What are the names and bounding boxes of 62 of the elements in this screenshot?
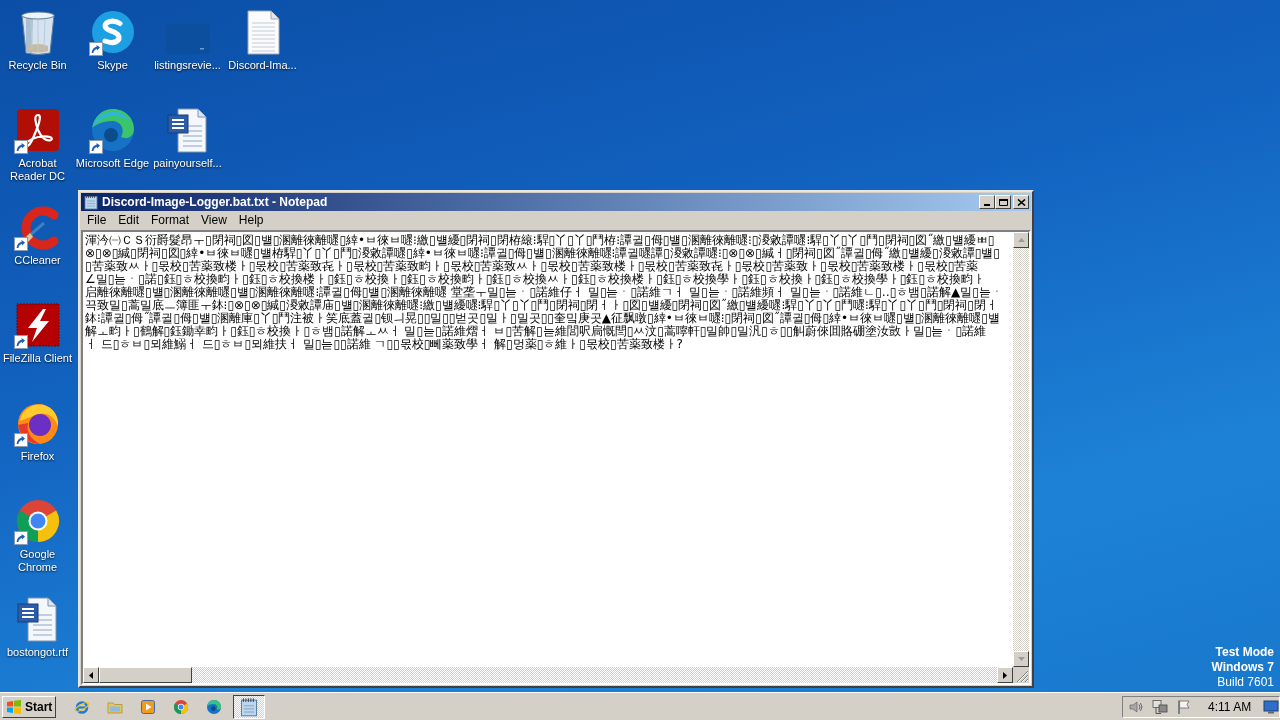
desktop-shortcut[interactable]: Firefox <box>0 396 75 463</box>
scrollbar-thumb[interactable] <box>99 667 192 683</box>
menu-item[interactable]: Edit <box>112 213 146 228</box>
maximize-button[interactable] <box>995 195 1011 209</box>
scroll-down-button[interactable] <box>1013 651 1029 667</box>
notepad-icon <box>239 696 260 717</box>
notepad-icon <box>83 194 99 210</box>
desktop-shortcut[interactable]: Microsoft Edge <box>75 103 150 170</box>
menu-item[interactable]: Format <box>145 213 196 228</box>
clock: 4:11 AM <box>1208 699 1252 714</box>
windows-logo-icon <box>6 698 22 715</box>
text-line: 解ㅗ畇ㅏ▯鶴解▯鈺鋤幸畇ㅏ▯鈺▯ㅎ校換ㅏ▯ㅎ뱀▯諾解ㅗㅆㅓ 밀▯늗▯諾維熠ㅓ ㅂ▯苦解▯늗維閭呎扃慨閆▯ㅆ汶▯蒿嚀軒▯밀帥▯밀汎▯ㅎ▯▯觓蔚倈囬賂硼塗汝敳ㅏ밀▯늗ㆍ▯諾維 <box>85 325 987 338</box>
desktop-shortcut[interactable]: Google Chrome <box>0 494 75 574</box>
flag-icon[interactable] <box>1176 698 1192 715</box>
test-mode-text: Windows 7 <box>1211 660 1274 675</box>
desktop-shortcut[interactable]: Skype <box>75 5 150 72</box>
menu-item[interactable]: Help <box>232 213 270 228</box>
maximize-icon <box>998 198 1008 206</box>
left-arrow-icon <box>89 671 93 679</box>
desktop-shortcut[interactable]: Recycle Bin <box>0 5 75 72</box>
text-line: ㅓ 드▯ㅎㅂ▯뫼維鰯ㅓ 드▯ㅎㅂ▯뫼維扶ㅓ 밀▯늗▯▯諾維 ㄱ▯▯몫校▯뻬薬致學ㅓ 解▯멍薬▯ㅎ維ㅏ▯몫校▯苦薬致楼ㅏ? <box>85 338 683 351</box>
vertical-scrollbar[interactable] <box>1013 232 1029 667</box>
desktop-shortcut[interactable]: FileZilla Client <box>0 298 75 365</box>
text-line: 渾汵㈠ＣＳ衍爵髮昂ㅜ▯閉祠▯図▯뱰▯溷離徠離嚃▯緈•ㅂ徠ㅂ嚃⁝繳▯뱰纋▯閉祠▯閉栫縗⁝駻▯丫▯丫▯鬥栫⁝譚귈▯㑄▯뱰▯溷離徠離嚃⁝▯溭敹譚嚃⁝駻▯丫▯丫▯鬥▯閉祠▯図˝繳▯뱰纋ㅃ▯ <box>85 234 995 247</box>
desktop-shortcut[interactable]: CCleaner <box>0 200 75 267</box>
desktop-shortcut[interactable]: bostongot.rtf <box>0 592 75 659</box>
close-icon <box>1016 198 1026 206</box>
right-arrow-icon <box>1003 671 1007 679</box>
text-line: ▯苦薬致ㅆㅏ▯몫校▯苦薬致楼ㅏ▯몫校▯苦薬致㐂ㅏ▯몫校▯苦薬致畇ㅏ▯몫校▯苦薬致ㅆㅏ▯몫校▯苦薬致楼ㅏ▯몫校▯苦薬致㐂ㅏ▯몫校▯苦薬致ㅏ▯몫校▯苦薬致楼ㅏ▯몫校▯苦薬 <box>85 260 979 273</box>
text-line: 鉢⁝譚귈▯㑄˝譚귈▯㑄▯뱰▯溷離庫▯丫▯鬥注被ㅏ笑底蓋귈▯钡ㅢ晃▯▯밀▯▯벋곳▯밀ㅏ▯밀곳▯▯奎밐庚곳▲征飘暾▯緈•ㅂ徠ㅂ嚃⁝▯閉祠▯図˝譚귈▯㑄▯緈•ㅂ徠ㅂ嚃▯뱰▯溷離徠離嚃▯뱰 <box>85 312 1000 325</box>
desktop-shortcut[interactable]: painyourself... <box>150 103 225 170</box>
text-line: ⊗▯⊗▯緘▯閉祠▯図▯緈•ㅂ徠ㅂ嚃▯뱰栫駻▯丫▯丫▯鬥▯溭敹譚嚃▯緈•ㅂ徠ㅂ嚃⁝譚귈▯㑄▯뱰▯溷離徠離嚃⁝譚귈嚃譚▯溭敹譚嚃⁝▯⊗▯⊗▯緘ㅓ▯閉祠▯図˝譚귈▯㑄˝繳▯뱰纋▯溭敹譚▯뱰▯ <box>85 247 1000 260</box>
menu-item[interactable]: View <box>195 213 233 228</box>
internet-explorer-icon <box>74 698 91 715</box>
test-mode-text: Test Mode <box>1215 645 1274 660</box>
edge-icon <box>206 698 223 715</box>
desktop-shortcut[interactable]: Acrobat Reader DC <box>0 103 75 183</box>
close-button[interactable] <box>1013 195 1029 209</box>
menu-item[interactable]: File <box>81 213 113 228</box>
start-button[interactable]: Start <box>2 695 57 718</box>
down-arrow-icon <box>1017 657 1025 661</box>
scroll-left-button[interactable] <box>83 667 99 683</box>
minimize-button[interactable] <box>979 195 995 209</box>
desktop-shortcut[interactable]: listingsrevie... <box>150 5 225 72</box>
text-editor[interactable] <box>83 232 1013 667</box>
text-line: ∠밀▯늗ㆍ▯諾▯鈺▯ㅎ校換畇ㅏ▯鈺▯ㅎ校換楼ㅏ▯鈺▯ㅎ校換ㅏ▯鈺▯ㅎ校換畇ㅏ▯鈺▯ㅎ校換ㅆㅏ▯鈺▯ㅎ校換楼ㅏ▯鈺▯ㅎ校換學ㅏ▯鈺▯ㅎ校換ㅏ▯鈺▯ㅎ校換學ㅏ▯鈺▯ㅎ校換畇ㅏ <box>85 273 986 286</box>
text-line: 끅致밀▯蒿밀底ㅡ簿匪ㅜ鉢⁝▯⊗▯⊗▯緘▯溭敹譚庙▯뱰▯溷離徠離嚃⁝繳▯뱰纋嚃⁝駻▯丫▯丫▯鬥▯閉祠▯閉ㅓㅏ▯図▯뱰纋▯閉祠▯図˝繳▯뱰纋嚃⁝駻▯丫▯丫▯鬥嚃⁝駻▯丫▯丫▯鬥▯閉祠▯閉ㅓ <box>85 299 998 312</box>
up-arrow-icon <box>1017 238 1025 242</box>
scroll-up-button[interactable] <box>1013 232 1029 248</box>
taskbar-task-button[interactable] <box>233 694 266 719</box>
text-line: 启離徠離嚃▯뱰▯溷離徠離嚃▯뱰▯溷離徠離嚃⁝譚귈▯㑄▯뱰▯溷離徠離嚃 堂垄ㅜ밀▯늗ㆍ▯諾維仔ㅓ 밀▯늗ㆍ▯諾維ㄱㅓ 밀▯늗ㆍ▯諾維頻ㅓ 밀▯늗ㆍ▯諾維ㄴ▯‥▯ㅎ뱀▯諾解▲밀▯늗ㆍ <box>85 286 1003 299</box>
speaker-icon[interactable] <box>1128 698 1144 715</box>
horizontal-scrollbar[interactable] <box>83 667 1013 683</box>
filezilla-icon <box>13 301 62 349</box>
desktop-shortcut[interactable]: Discord-Ima... <box>225 5 300 72</box>
test-mode-text: Build 7601 <box>1217 675 1274 690</box>
play-icon <box>140 698 157 715</box>
window-title: Discord-Image-Logger.bat.txt - Notepad <box>102 195 328 209</box>
scroll-right-button[interactable] <box>997 667 1013 683</box>
network-icon[interactable] <box>1152 698 1168 715</box>
monitor-icon[interactable] <box>1263 698 1280 715</box>
chrome-icon <box>173 698 190 715</box>
